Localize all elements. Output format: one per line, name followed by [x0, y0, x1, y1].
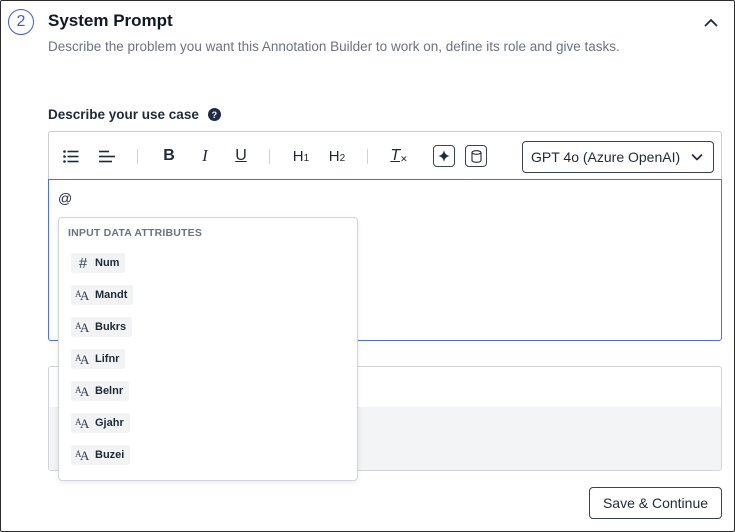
attribute-label: Mandt — [95, 289, 128, 301]
toolbar-divider — [137, 149, 138, 164]
sparkle-icon — [438, 150, 450, 162]
question-icon[interactable]: ? — [207, 108, 221, 121]
attribute-label: Lifnr — [95, 353, 120, 365]
attribute-label: Bukrs — [95, 321, 127, 333]
section-title: System Prompt — [48, 11, 173, 30]
toolbar-divider — [367, 149, 368, 164]
chevron-up-icon — [704, 18, 718, 26]
attribute-item-belnr[interactable]: AA Belnr — [71, 381, 130, 401]
database-button[interactable] — [465, 145, 487, 167]
heading2-button[interactable]: H2 — [325, 144, 349, 168]
text-type-icon: AA — [75, 288, 91, 303]
model-select[interactable]: GPT 4o (Azure OpenAI) — [522, 141, 714, 173]
save-continue-button[interactable]: Save & Continue — [589, 487, 722, 519]
attribute-item-lifnr[interactable]: AA Lifnr — [71, 349, 126, 369]
h2-sub-glyph: 2 — [339, 153, 346, 164]
align-button[interactable] — [95, 144, 119, 168]
glyph-a-large: A — [80, 352, 90, 367]
dropdown-header: INPUT DATA ATTRIBUTES — [68, 227, 203, 239]
model-select-value: GPT 4o (Azure OpenAI) — [531, 149, 681, 165]
text-type-icon: AA — [75, 384, 91, 399]
glyph-a-large: A — [80, 384, 90, 399]
clear-format-glyph: T — [390, 147, 401, 164]
editor-content: @ — [58, 190, 73, 206]
text-type-icon: AA — [75, 416, 91, 431]
step-number: 2 — [16, 13, 26, 30]
h1-glyph: H — [292, 147, 304, 165]
clear-format-x-icon: ✕ — [400, 154, 408, 164]
step-number-badge: 2 — [8, 9, 34, 35]
bold-glyph: B — [163, 147, 175, 164]
clear-format-button[interactable]: T ✕ — [387, 144, 411, 168]
glyph-a-large: A — [80, 320, 90, 335]
hash-glyph: # — [78, 254, 88, 272]
ai-assist-button[interactable] — [433, 145, 455, 167]
section-description: Describe the problem you want this Annot… — [48, 39, 620, 54]
attribute-item-bukrs[interactable]: AA Bukrs — [71, 317, 133, 337]
attribute-label: Gjahr — [95, 417, 124, 429]
attribute-item-mandt[interactable]: AA Mandt — [71, 285, 134, 305]
bullet-list-button[interactable] — [59, 144, 83, 168]
underline-glyph: U — [235, 147, 247, 164]
attribute-label: Num — [95, 257, 120, 269]
attribute-label: Belnr — [95, 385, 124, 397]
bullet-list-icon — [63, 149, 79, 163]
glyph-a-large: A — [80, 416, 90, 431]
heading1-button[interactable]: H1 — [289, 144, 313, 168]
hash-icon: # — [75, 254, 91, 272]
glyph-a-large: A — [80, 288, 90, 303]
question-glyph: ? — [211, 109, 218, 120]
italic-button[interactable]: I — [193, 144, 217, 168]
chevron-down-icon — [691, 154, 703, 161]
attribute-item-gjahr[interactable]: AA Gjahr — [71, 413, 130, 433]
database-icon — [470, 149, 482, 163]
attribute-label: Buzei — [95, 449, 125, 461]
glyph-a-large: A — [80, 448, 90, 463]
attribute-item-num[interactable]: # Num — [71, 253, 126, 273]
use-case-label: Describe your use case ? — [48, 107, 221, 122]
h2-glyph: H — [328, 147, 340, 165]
text-type-icon: AA — [75, 352, 91, 367]
use-case-label-text: Describe your use case — [48, 107, 199, 122]
editor-toolbar: B I U H1 H2 T ✕ GPT 4o (Azure OpenAI) — [48, 131, 722, 179]
bold-button[interactable]: B — [157, 144, 181, 168]
attributes-dropdown: INPUT DATA ATTRIBUTES # Num AA Mandt AA … — [58, 217, 358, 481]
attribute-item-buzei[interactable]: AA Buzei — [71, 445, 131, 465]
collapse-button[interactable] — [700, 11, 722, 33]
italic-glyph: I — [202, 146, 208, 165]
underline-button[interactable]: U — [229, 144, 253, 168]
align-left-icon — [99, 150, 115, 162]
text-type-icon: AA — [75, 320, 91, 335]
toolbar-divider — [269, 149, 270, 164]
text-type-icon: AA — [75, 448, 91, 463]
h1-sub-glyph: 1 — [303, 153, 310, 164]
